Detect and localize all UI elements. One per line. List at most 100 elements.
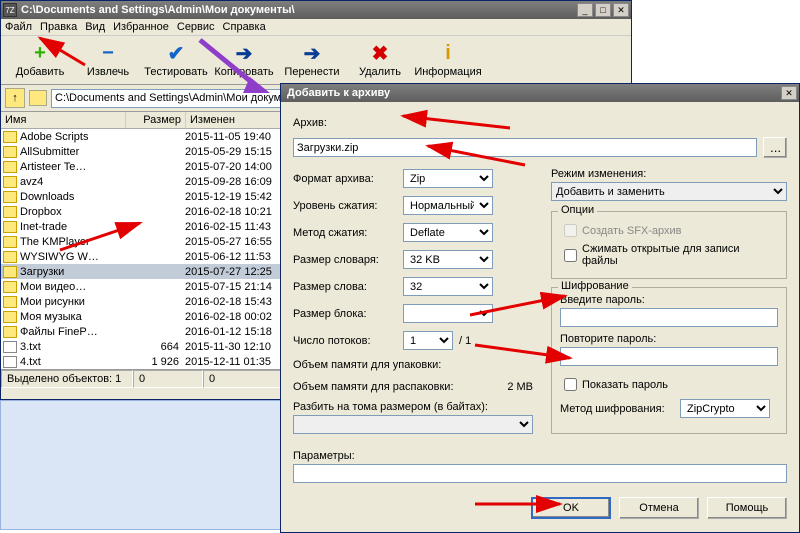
showpw-label: Показать пароль [582, 379, 668, 391]
cancel-button[interactable]: Отмена [619, 497, 699, 519]
maximize-button[interactable]: □ [595, 3, 611, 17]
threads-select[interactable]: 1 [403, 331, 453, 350]
toolbar-информация[interactable]: iИнформация [414, 39, 482, 81]
file-name: Artisteer Te… [20, 161, 125, 173]
archive-input[interactable] [293, 138, 757, 157]
encryption-group: Шифрование Введите пароль: Повторите пар… [551, 287, 787, 434]
toolbar-добавить[interactable]: +Добавить [6, 39, 74, 81]
toolbar-перенести[interactable]: ➔ Перенести [278, 39, 346, 81]
menu-help[interactable]: Справка [223, 21, 266, 33]
file-name: Загрузки [20, 266, 125, 278]
level-select[interactable]: Нормальный [403, 196, 493, 215]
up-icon[interactable]: ↑ [5, 88, 25, 108]
перенести-icon: ➔ [301, 42, 323, 64]
удалить-icon: ✖ [369, 42, 391, 64]
method-select[interactable]: Deflate [403, 223, 493, 242]
menu-file[interactable]: Файл [5, 21, 32, 33]
folder-icon [3, 221, 17, 233]
file-modified: 2015-07-15 21:14 [185, 281, 290, 293]
file-name: Downloads [20, 191, 125, 203]
sfx-checkbox [564, 224, 577, 237]
toolbar-label: Перенести [284, 66, 339, 78]
menu-fav[interactable]: Избранное [113, 21, 169, 33]
window-title: C:\Documents and Settings\Admin\Мои доку… [21, 4, 577, 16]
block-select[interactable] [403, 304, 493, 323]
sfx-label: Создать SFX-архив [582, 225, 682, 237]
col-name[interactable]: Имя [1, 112, 126, 128]
params-label: Параметры: [293, 450, 355, 462]
password-label: Введите пароль: [560, 294, 645, 306]
toolbar-извлечь[interactable]: −Извлечь [74, 39, 142, 81]
options-group: Опции Создать SFX-архив Сжимать открытые… [551, 211, 787, 279]
folder-icon [3, 191, 17, 203]
titlebar[interactable]: 7Z C:\Documents and Settings\Admin\Мои д… [1, 1, 631, 19]
file-modified: 2015-09-28 16:09 [185, 176, 290, 188]
folder-icon [3, 296, 17, 308]
folder-icon [3, 161, 17, 173]
file-name: Мои рисунки [20, 296, 125, 308]
compress-open-label: Сжимать открытые для записи файлы [582, 243, 778, 267]
menu-view[interactable]: Вид [85, 21, 105, 33]
file-modified: 2016-02-18 10:21 [185, 206, 290, 218]
col-modified[interactable]: Изменен [186, 112, 291, 128]
file-name: 4.txt [20, 356, 125, 368]
dialog-titlebar[interactable]: Добавить к архиву ✕ [281, 84, 799, 102]
folder-icon [3, 176, 17, 188]
dialog-close-button[interactable]: ✕ [781, 86, 797, 100]
password-input[interactable] [560, 308, 778, 327]
compress-open-checkbox[interactable] [564, 249, 577, 262]
mode-select[interactable]: Добавить и заменить [551, 182, 787, 201]
folder-icon [29, 90, 47, 106]
file-modified: 2016-02-18 00:02 [185, 311, 290, 323]
информация-icon: i [437, 42, 459, 64]
encryption-label: Шифрование [558, 280, 632, 292]
params-input[interactable] [293, 464, 787, 483]
split-label: Разбить на тома размером (в байтах): [293, 401, 488, 413]
dict-label: Размер словаря: [293, 254, 403, 266]
encmethod-select[interactable]: ZipCrypto [680, 399, 770, 418]
word-label: Размер слова: [293, 281, 403, 293]
menu-tools[interactable]: Сервис [177, 21, 215, 33]
password2-input[interactable] [560, 347, 778, 366]
folder-icon [3, 326, 17, 338]
file-icon [3, 341, 17, 353]
file-name: avz4 [20, 176, 125, 188]
memunpack-value: 2 MB [463, 381, 533, 393]
threads-max: / 1 [459, 335, 471, 347]
тестировать-icon: ✔ [165, 42, 187, 64]
word-select[interactable]: 32 [403, 277, 493, 296]
folder-icon [3, 266, 17, 278]
file-size: 664 [125, 341, 185, 353]
menu-bar: Файл Правка Вид Избранное Сервис Справка [1, 19, 631, 36]
file-name: WYSIWYG W… [20, 251, 125, 263]
browse-button[interactable]: ... [763, 137, 787, 158]
archive-label: Архив: [293, 117, 327, 129]
split-select[interactable] [293, 415, 533, 434]
file-name: 3.txt [20, 341, 125, 353]
file-name: Dropbox [20, 206, 125, 218]
method-label: Метод сжатия: [293, 227, 403, 239]
encmethod-label: Метод шифрования: [560, 403, 680, 415]
dict-select[interactable]: 32 KB [403, 250, 493, 269]
showpw-checkbox[interactable] [564, 378, 577, 391]
mempack-label: Объем памяти для упаковки: [293, 359, 463, 371]
col-size[interactable]: Размер [126, 112, 186, 128]
minimize-button[interactable]: _ [577, 3, 593, 17]
toolbar-тестировать[interactable]: ✔Тестировать [142, 39, 210, 81]
close-button[interactable]: ✕ [613, 3, 629, 17]
app-icon: 7Z [3, 3, 17, 17]
threads-label: Число потоков: [293, 335, 403, 347]
file-name: Моя музыка [20, 311, 125, 323]
file-modified: 2015-11-05 19:40 [185, 131, 290, 143]
folder-icon [3, 131, 17, 143]
file-modified: 2016-02-15 11:43 [185, 221, 290, 233]
folder-icon [3, 206, 17, 218]
help-button[interactable]: Помощь [707, 497, 787, 519]
format-select[interactable]: Zip [403, 169, 493, 188]
toolbar-копировать[interactable]: ➔Копировать [210, 39, 278, 81]
menu-edit[interactable]: Правка [40, 21, 77, 33]
file-name: The KMPlayer [20, 236, 125, 248]
dialog-title: Добавить к архиву [283, 87, 781, 99]
ok-button[interactable]: OK [531, 497, 611, 519]
toolbar-удалить[interactable]: ✖Удалить [346, 39, 414, 81]
